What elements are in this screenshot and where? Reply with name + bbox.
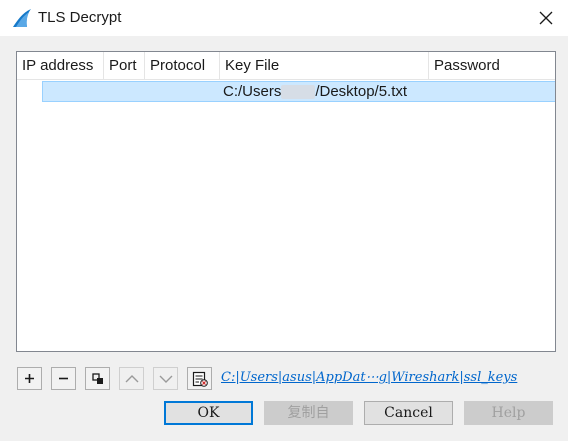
column-header-port[interactable]: Port <box>104 52 145 80</box>
table-header: IP address Port Protocol Key File Passwo… <box>17 52 555 80</box>
minus-icon <box>59 377 68 380</box>
remove-entry-button[interactable] <box>51 367 76 390</box>
ok-button[interactable]: OK <box>164 401 253 425</box>
copy-from-button[interactable]: 复制自 <box>264 401 353 425</box>
column-header-protocol[interactable]: Protocol <box>145 52 220 80</box>
column-header-key-file[interactable]: Key File <box>220 52 429 80</box>
clear-list-button[interactable] <box>187 367 212 390</box>
close-icon <box>539 11 553 25</box>
cancel-button[interactable]: Cancel <box>364 401 453 425</box>
move-down-button[interactable] <box>153 367 178 390</box>
chevron-up-icon <box>125 374 138 382</box>
close-button[interactable] <box>532 4 560 32</box>
add-entry-button[interactable] <box>17 367 42 390</box>
key-file-path-end: /Desktop/5.txt <box>315 83 408 100</box>
copy-icon <box>91 372 103 384</box>
key-table: IP address Port Protocol Key File Passwo… <box>16 51 556 352</box>
key-file-cell[interactable]: C:/Users/Desktop/5.txt <box>223 82 407 102</box>
tls-decrypt-dialog: TLS Decrypt IP address Port Protocol Key… <box>0 0 568 441</box>
column-header-ip[interactable]: IP address <box>17 52 104 80</box>
table-row[interactable]: C:/Users/Desktop/5.txt <box>42 81 555 102</box>
wireshark-fin-icon <box>13 9 31 27</box>
copy-entry-button[interactable] <box>85 367 110 390</box>
keylog-file-link[interactable]: C:|Users|asus|AppDat⋯g|Wireshark|ssl_key… <box>221 370 517 385</box>
move-up-button[interactable] <box>119 367 144 390</box>
redacted-username <box>281 85 316 100</box>
title-bar: TLS Decrypt <box>0 0 568 36</box>
key-file-path-start: C:/Users <box>223 83 282 100</box>
clear-list-icon <box>192 371 208 387</box>
chevron-down-icon <box>159 375 172 383</box>
help-button[interactable]: Help <box>464 401 553 425</box>
plus-icon <box>25 374 34 383</box>
column-header-password[interactable]: Password <box>429 52 555 80</box>
window-title: TLS Decrypt <box>38 9 122 26</box>
